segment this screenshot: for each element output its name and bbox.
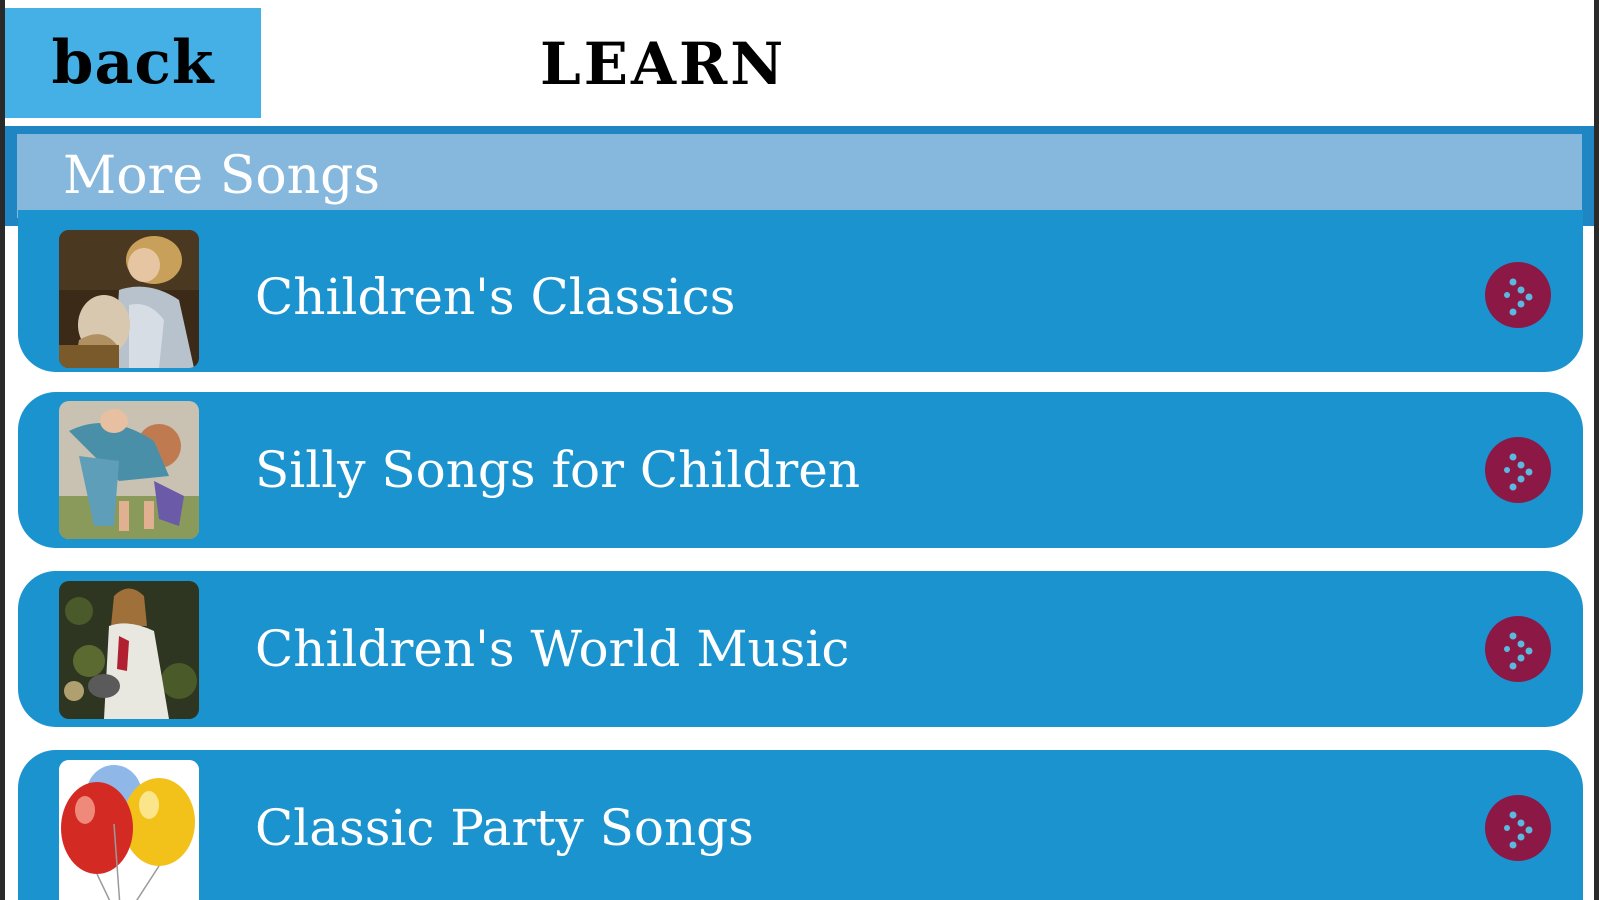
page-title: LEARN <box>540 30 787 98</box>
thumbnail-silly-songs <box>59 401 199 539</box>
list-item-label: Classic Party Songs <box>255 799 754 857</box>
right-border <box>1594 0 1599 900</box>
back-button[interactable]: back <box>5 8 261 118</box>
section-header-inner: More Songs <box>17 134 1582 218</box>
list-item-label: Children's Classics <box>255 268 736 326</box>
list-item-silly-songs[interactable]: Silly Songs for Children <box>18 392 1583 548</box>
list-item-childrens-classics[interactable]: Children's Classics <box>18 210 1583 372</box>
disclosure-arrow-icon[interactable] <box>1485 262 1551 328</box>
disclosure-arrow-icon[interactable] <box>1485 437 1551 503</box>
thumbnail-world-music <box>59 581 199 719</box>
disclosure-arrow-icon[interactable] <box>1485 795 1551 861</box>
list-item-label: Children's World Music <box>255 620 850 678</box>
section-title: More Songs <box>63 146 381 206</box>
thumbnail-party-songs <box>59 760 199 900</box>
thumbnail-childrens-classics <box>59 230 199 368</box>
list-item-world-music[interactable]: Children's World Music <box>18 571 1583 727</box>
list-item-label: Silly Songs for Children <box>255 441 861 499</box>
list-item-party-songs[interactable]: Classic Party Songs <box>18 750 1583 900</box>
disclosure-arrow-icon[interactable] <box>1485 616 1551 682</box>
